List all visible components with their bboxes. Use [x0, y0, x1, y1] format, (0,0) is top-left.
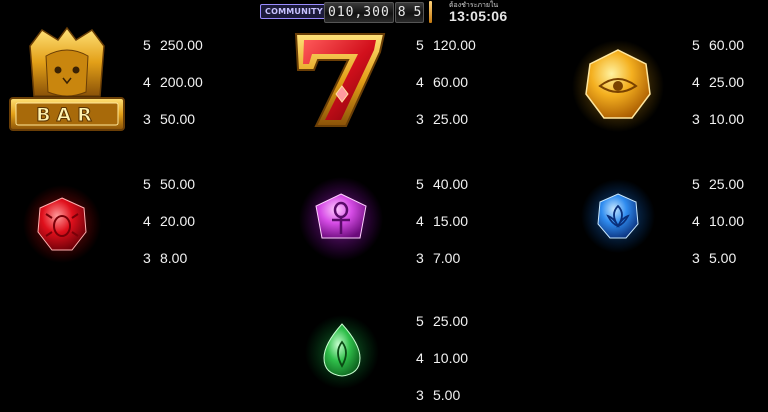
pay-amount: 20.00 [160, 212, 196, 229]
pay-amount: 200.00 [160, 73, 203, 90]
match-count: 4 [143, 212, 151, 229]
clock-time: 13:05:06 [449, 8, 508, 24]
match-count: 3 [416, 249, 424, 266]
counter-decimal-digits: 8 5 [394, 2, 425, 23]
pay-amount: 10.00 [709, 110, 745, 127]
match-count: 4 [416, 212, 424, 229]
pay-amount: 8.00 [160, 249, 188, 266]
match-count: 3 [143, 110, 151, 127]
pay-row: 5 250.00 [143, 26, 243, 63]
match-count: 3 [692, 249, 700, 266]
pay-amount: 25.00 [433, 110, 469, 127]
pay-row: 5 50.00 [143, 165, 243, 202]
match-count: 4 [416, 349, 424, 366]
match-count: 5 [143, 175, 151, 192]
green-drop-gem-icon [304, 310, 380, 390]
topbar-divider [429, 1, 432, 23]
match-count: 4 [143, 73, 151, 90]
pay-row: 5 120.00 [416, 26, 516, 63]
pay-row: 4 25.00 [692, 63, 768, 100]
pay-amount: 15.00 [433, 212, 469, 229]
top-status-bar: COMMUNITY 010,300 8 5 ต้องชำระภายใน 13:0… [258, 0, 528, 26]
pay-row: 4 20.00 [143, 202, 243, 239]
counter-main-digits: 010,300 [324, 2, 394, 23]
pay-amount: 120.00 [433, 36, 476, 53]
pay-row: 5 60.00 [692, 26, 768, 63]
pay-row: 3 50.00 [143, 100, 243, 137]
pay-amount: 250.00 [160, 36, 203, 53]
paytable-blue-gem-list: 5 25.00 4 10.00 3 5.00 [692, 165, 768, 276]
pay-amount: 50.00 [160, 110, 196, 127]
match-count: 3 [416, 386, 424, 403]
pay-row: 3 5.00 [692, 239, 768, 276]
pay-row: 3 5.00 [416, 376, 516, 412]
match-count: 5 [416, 312, 424, 329]
pay-amount: 40.00 [433, 175, 469, 192]
pay-amount: 25.00 [433, 312, 469, 329]
match-count: 5 [692, 36, 700, 53]
pay-amount: 5.00 [709, 249, 737, 266]
match-count: 4 [692, 212, 700, 229]
paytable-seven-list: 5 120.00 4 60.00 3 25.00 [416, 26, 516, 137]
pay-row: 3 8.00 [143, 239, 243, 276]
pay-amount: 5.00 [433, 386, 461, 403]
paytable-bar-list: 5 250.00 4 200.00 3 50.00 [143, 26, 243, 137]
pay-row: 5 25.00 [416, 302, 516, 339]
pay-row: 3 7.00 [416, 239, 516, 276]
paytable-purple-gem-list: 5 40.00 4 15.00 3 7.00 [416, 165, 516, 276]
jackpot-counter: 010,300 8 5 [324, 2, 425, 23]
match-count: 5 [416, 36, 424, 53]
match-count: 3 [416, 110, 424, 127]
bar-label: BAR [36, 104, 98, 126]
pay-amount: 60.00 [709, 36, 745, 53]
pay-amount: 10.00 [433, 349, 469, 366]
pay-row: 5 40.00 [416, 165, 516, 202]
pay-row: 3 25.00 [416, 100, 516, 137]
blue-lotus-gem-icon [580, 178, 656, 254]
pay-row: 4 10.00 [416, 339, 516, 376]
paytable-red-gem-list: 5 50.00 4 20.00 3 8.00 [143, 165, 243, 276]
pay-amount: 25.00 [709, 73, 745, 90]
pay-amount: 25.00 [709, 175, 745, 192]
gold-eye-gem-icon [570, 38, 666, 134]
red-seven-symbol-icon [288, 30, 388, 130]
pay-amount: 7.00 [433, 249, 461, 266]
pay-row: 4 15.00 [416, 202, 516, 239]
match-count: 4 [416, 73, 424, 90]
match-count: 3 [143, 249, 151, 266]
match-count: 4 [692, 73, 700, 90]
purple-ankh-gem-icon [298, 176, 384, 262]
paytable-green-gem-list: 5 25.00 4 10.00 3 5.00 [416, 302, 516, 412]
community-badge[interactable]: COMMUNITY [260, 4, 328, 19]
pay-row: 5 25.00 [692, 165, 768, 202]
pay-row: 3 10.00 [692, 100, 768, 137]
pay-row: 4 60.00 [416, 63, 516, 100]
match-count: 5 [416, 175, 424, 192]
bar-pharaoh-symbol-icon: BAR [8, 26, 126, 134]
match-count: 5 [692, 175, 700, 192]
match-count: 3 [692, 110, 700, 127]
paytable-gold-gem-list: 5 60.00 4 25.00 3 10.00 [692, 26, 768, 137]
pay-amount: 50.00 [160, 175, 196, 192]
match-count: 5 [143, 36, 151, 53]
red-scarab-gem-icon [22, 184, 102, 264]
pay-amount: 60.00 [433, 73, 469, 90]
pay-amount: 10.00 [709, 212, 745, 229]
pay-row: 4 200.00 [143, 63, 243, 100]
pay-row: 4 10.00 [692, 202, 768, 239]
